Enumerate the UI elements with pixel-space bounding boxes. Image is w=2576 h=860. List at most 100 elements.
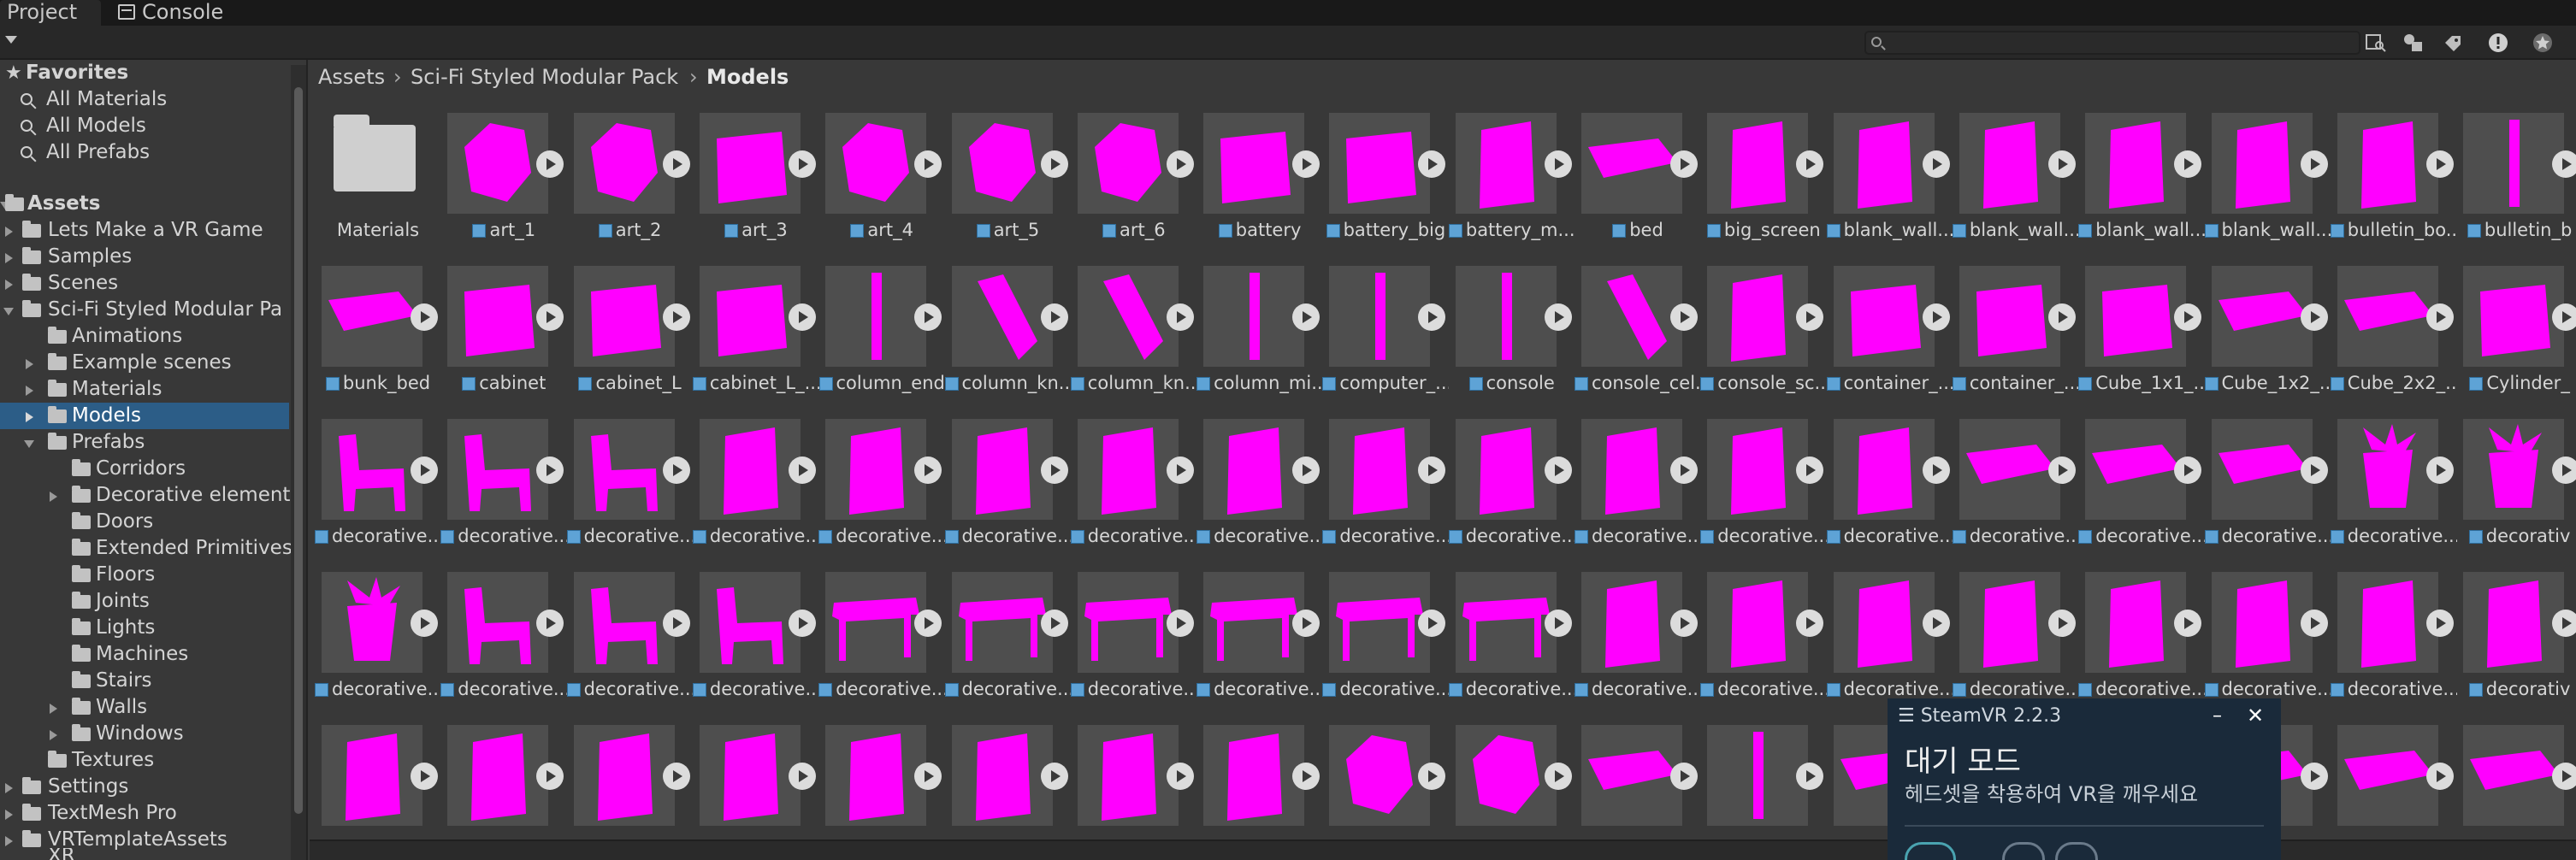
model-asset-tile[interactable] xyxy=(945,708,1068,839)
model-asset-tile[interactable]: decorative... xyxy=(2330,402,2457,554)
model-asset-tile[interactable]: blank_wall... xyxy=(2078,96,2205,248)
tree-item-doors[interactable]: Doors xyxy=(0,509,291,535)
expand-asset-play-icon[interactable] xyxy=(1670,303,1698,331)
expand-asset-play-icon[interactable] xyxy=(2425,610,2454,637)
create-dropdown-icon[interactable] xyxy=(5,36,17,44)
expand-arrow-icon[interactable] xyxy=(26,386,33,396)
tree-item-extended-primitives[interactable]: Extended Primitives xyxy=(0,535,292,562)
expand-asset-play-icon[interactable] xyxy=(788,763,816,790)
expand-asset-play-icon[interactable] xyxy=(1796,303,1824,331)
expand-asset-play-icon[interactable] xyxy=(2300,150,2328,178)
tab-project[interactable]: Project xyxy=(0,0,101,26)
model-asset-tile[interactable]: bunk_bed xyxy=(315,249,438,401)
tree-item-animations[interactable]: Animations xyxy=(0,323,291,350)
model-asset-tile[interactable]: decorativ xyxy=(2456,402,2576,554)
expand-asset-play-icon[interactable] xyxy=(1292,610,1320,637)
expand-asset-play-icon[interactable] xyxy=(2174,150,2202,178)
expand-asset-play-icon[interactable] xyxy=(1922,457,1950,484)
model-asset-tile[interactable]: art_2 xyxy=(567,96,690,248)
expand-asset-play-icon[interactable] xyxy=(788,457,816,484)
expand-asset-play-icon[interactable] xyxy=(2174,303,2202,331)
expand-asset-play-icon[interactable] xyxy=(914,610,942,637)
expand-asset-play-icon[interactable] xyxy=(1670,150,1698,178)
expand-asset-play-icon[interactable] xyxy=(914,150,942,178)
model-asset-tile[interactable]: Cube_1x2_... xyxy=(2204,249,2331,401)
tree-item-materials[interactable]: Materials xyxy=(0,376,291,403)
model-asset-tile[interactable]: decorative... xyxy=(440,555,567,707)
tree-item-samples[interactable]: Samples xyxy=(0,244,291,270)
expand-asset-play-icon[interactable] xyxy=(2552,763,2576,790)
model-asset-tile[interactable]: decorative... xyxy=(315,555,441,707)
model-asset-tile[interactable] xyxy=(1575,708,1698,839)
expand-asset-play-icon[interactable] xyxy=(914,457,942,484)
model-asset-tile[interactable]: decorative... xyxy=(1826,402,1953,554)
model-asset-tile[interactable]: decorative... xyxy=(692,555,819,707)
model-asset-tile[interactable]: decorative... xyxy=(1070,555,1197,707)
tree-item-settings[interactable]: Settings xyxy=(0,774,291,800)
favorite-button[interactable] xyxy=(2530,31,2557,55)
model-asset-tile[interactable]: Cube_1x1_... xyxy=(2078,249,2205,401)
expand-asset-play-icon[interactable] xyxy=(1544,150,1572,178)
filter-by-type-button[interactable] xyxy=(2400,31,2427,55)
tree-item-example-scenes[interactable]: Example scenes xyxy=(0,350,291,376)
expand-asset-play-icon[interactable] xyxy=(2300,763,2328,790)
expand-arrow-icon[interactable] xyxy=(50,730,57,740)
expand-asset-play-icon[interactable] xyxy=(1796,763,1824,790)
tree-item-lights[interactable]: Lights xyxy=(0,615,291,641)
model-asset-tile[interactable]: decorative... xyxy=(1070,402,1197,554)
model-asset-tile[interactable]: decorative... xyxy=(566,402,694,554)
model-asset-tile[interactable]: battery_m... xyxy=(1448,96,1575,248)
expand-asset-play-icon[interactable] xyxy=(662,150,690,178)
tree-item-decorative-elements[interactable]: Decorative elements xyxy=(0,482,291,509)
expand-asset-play-icon[interactable] xyxy=(1040,610,1068,637)
expand-asset-play-icon[interactable] xyxy=(662,610,690,637)
expand-asset-play-icon[interactable] xyxy=(2047,150,2076,178)
model-asset-tile[interactable]: big_screen xyxy=(1700,96,1824,248)
model-asset-tile[interactable]: column_kn... xyxy=(1070,249,1197,401)
model-asset-tile[interactable]: blank_wall... xyxy=(1826,96,1953,248)
model-asset-tile[interactable]: decorative... xyxy=(1448,402,1575,554)
expand-arrow-icon[interactable] xyxy=(50,492,57,502)
model-asset-tile[interactable] xyxy=(1700,708,1824,839)
model-asset-tile[interactable]: bulletin_bo... xyxy=(2330,96,2457,248)
model-asset-tile[interactable]: container_... xyxy=(1826,249,1953,401)
model-asset-tile[interactable]: bed xyxy=(1575,96,1698,248)
favorite-all-models[interactable]: All Models xyxy=(0,113,291,139)
model-asset-tile[interactable]: console_sc... xyxy=(1700,249,1827,401)
expand-asset-play-icon[interactable] xyxy=(1544,457,1572,484)
expand-asset-play-icon[interactable] xyxy=(536,763,564,790)
expand-asset-play-icon[interactable] xyxy=(1922,610,1950,637)
expand-asset-play-icon[interactable] xyxy=(914,303,942,331)
expand-arrow-icon[interactable] xyxy=(5,836,13,846)
materials-folder-tile[interactable]: Materials xyxy=(315,96,438,248)
model-asset-tile[interactable]: computer_... xyxy=(1322,249,1449,401)
expand-arrow-icon[interactable] xyxy=(5,783,13,793)
expand-asset-play-icon[interactable] xyxy=(536,303,564,331)
tree-item-textmesh-pro[interactable]: TextMesh Pro xyxy=(0,800,291,827)
tree-item-scifi-pack[interactable]: Sci-Fi Styled Modular Pa xyxy=(0,297,291,323)
expand-asset-play-icon[interactable] xyxy=(536,150,564,178)
model-asset-tile[interactable]: column_end xyxy=(818,249,945,401)
model-asset-tile[interactable]: decorative... xyxy=(1448,555,1575,707)
model-asset-tile[interactable]: decorative... xyxy=(2204,555,2331,707)
breadcrumb-assets[interactable]: Assets xyxy=(318,60,385,94)
model-asset-tile[interactable]: decorative... xyxy=(818,555,945,707)
favorite-all-prefabs[interactable]: All Prefabs xyxy=(0,139,291,166)
favorites-header[interactable]: ★ Favorites xyxy=(0,60,291,86)
model-asset-tile[interactable] xyxy=(440,708,564,839)
expand-asset-play-icon[interactable] xyxy=(788,610,816,637)
model-asset-tile[interactable]: decorative... xyxy=(2204,402,2331,554)
model-asset-tile[interactable]: column_mi... xyxy=(1196,249,1323,401)
model-asset-tile[interactable]: column_kn... xyxy=(944,249,1072,401)
expand-asset-play-icon[interactable] xyxy=(1922,150,1950,178)
expand-asset-play-icon[interactable] xyxy=(1166,150,1194,178)
expand-asset-play-icon[interactable] xyxy=(1418,763,1446,790)
expand-asset-play-icon[interactable] xyxy=(2047,303,2076,331)
model-asset-tile[interactable]: bulletin_b xyxy=(2456,96,2576,248)
menu-icon[interactable]: ☰ xyxy=(1898,705,1921,727)
expand-asset-play-icon[interactable] xyxy=(2174,610,2202,637)
model-asset-tile[interactable]: decorative... xyxy=(440,402,567,554)
model-asset-tile[interactable]: console xyxy=(1449,249,1572,401)
expand-asset-play-icon[interactable] xyxy=(2425,150,2454,178)
expand-arrow-icon[interactable] xyxy=(5,810,13,820)
